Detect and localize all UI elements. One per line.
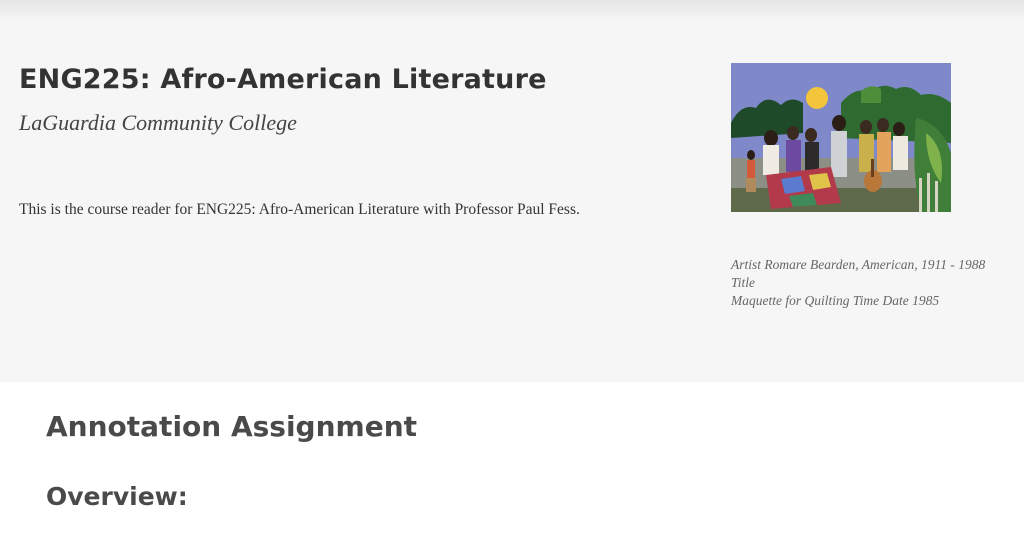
overview-heading: Overview: — [46, 482, 188, 511]
book-header: ENG225: Afro-American Literature LaGuard… — [0, 0, 1024, 382]
cover-artwork-image — [731, 63, 951, 212]
course-title: ENG225: Afro-American Literature — [19, 64, 547, 95]
caption-title-date: Maquette for Quilting Time Date 1985 — [731, 293, 940, 308]
caption-artist: Artist Romare Bearden, American, 1911 - … — [731, 257, 986, 272]
section-heading: Annotation Assignment — [46, 410, 418, 443]
course-description: This is the course reader for ENG225: Af… — [19, 201, 580, 218]
artwork-caption: Artist Romare Bearden, American, 1911 - … — [731, 256, 1021, 310]
header-shadow — [0, 0, 1024, 22]
institution-name: LaGuardia Community College — [19, 110, 297, 135]
caption-title-label: Title — [731, 275, 756, 290]
